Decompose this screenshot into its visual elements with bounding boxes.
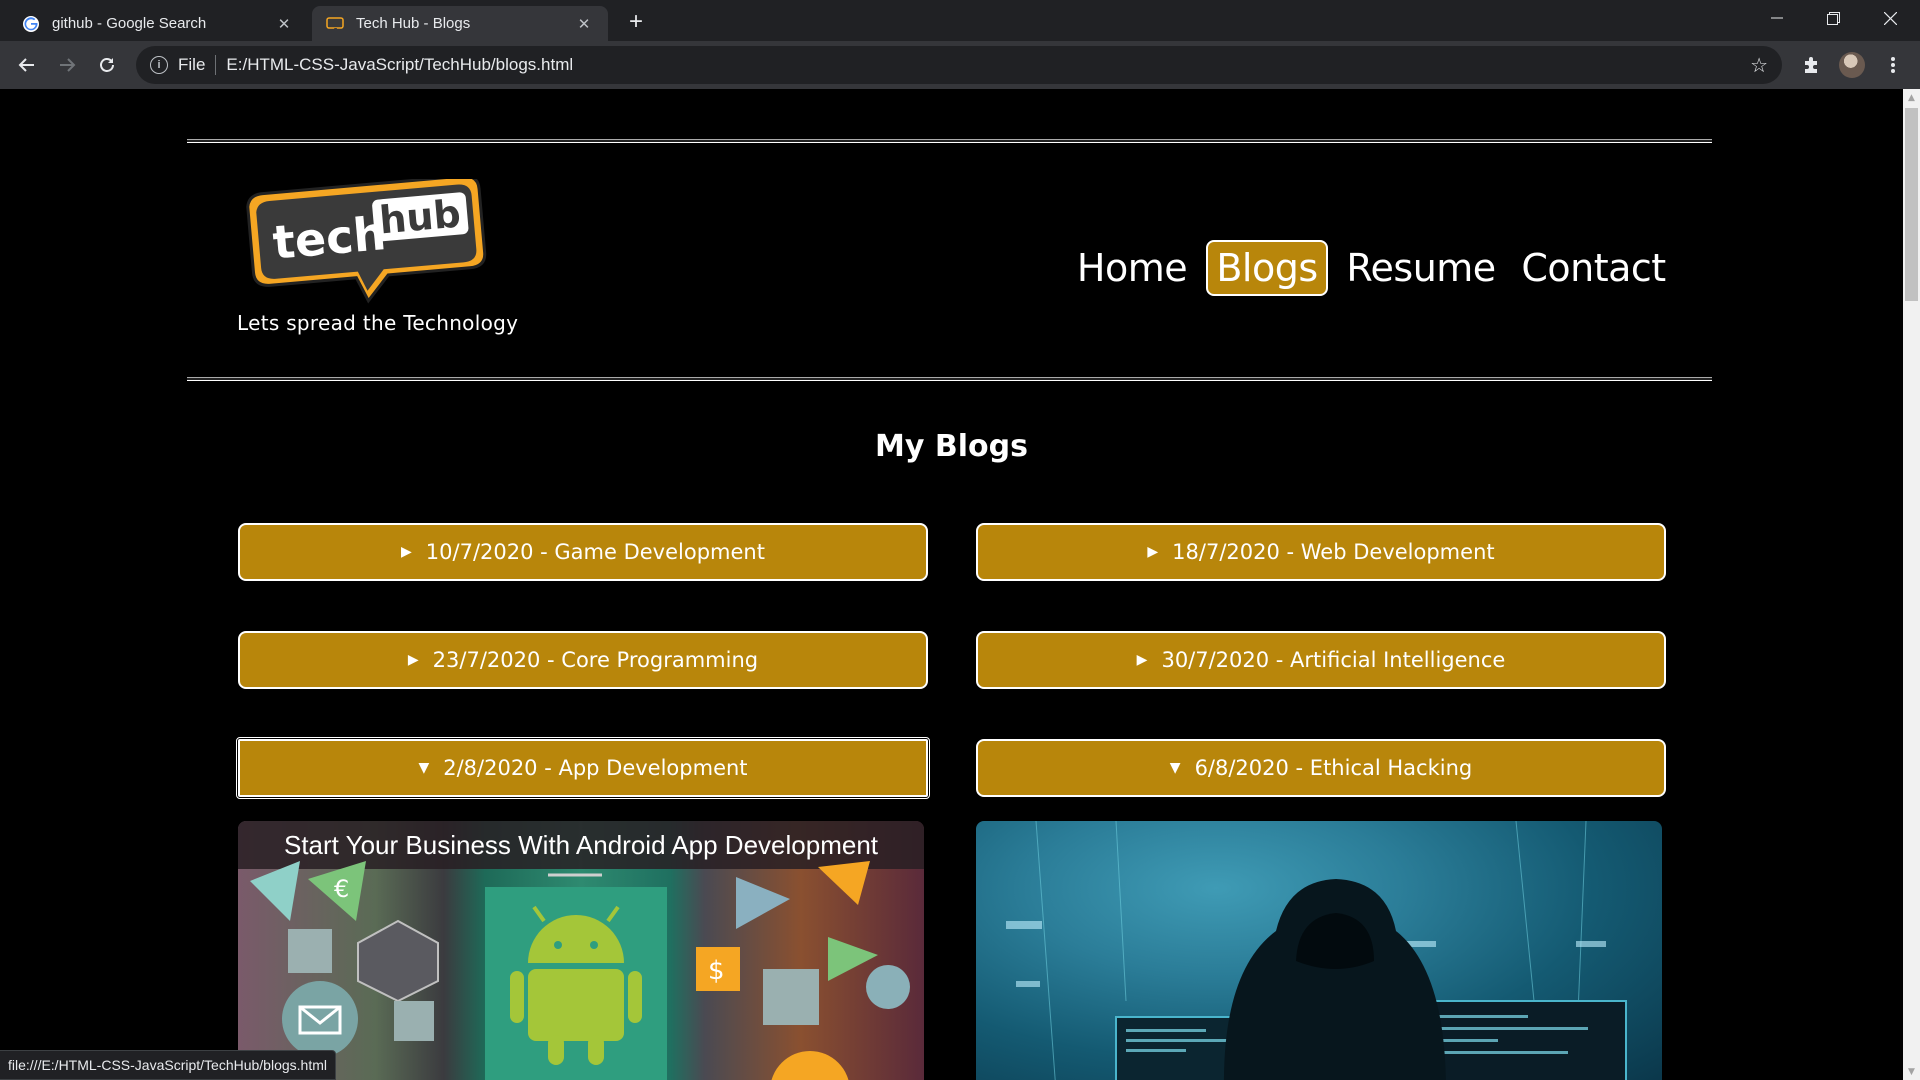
blog-game-development-button[interactable]: ▶ 10/7/2020 - Game Development <box>238 523 928 581</box>
hacker-illustration <box>1006 821 1627 1080</box>
header-bottom-rule <box>187 377 1712 381</box>
nav-resume[interactable]: Resume <box>1346 240 1496 296</box>
triangle-right-icon: ▶ <box>407 652 419 668</box>
new-tab-button[interactable]: + <box>622 8 650 36</box>
svg-text:tech: tech <box>271 206 388 270</box>
google-icon <box>22 15 40 33</box>
tab-close-icon[interactable]: ✕ <box>274 14 294 34</box>
url-separator <box>215 55 217 75</box>
tab-title: github - Google Search <box>52 15 207 32</box>
page-viewport: tech hub Lets spread the Technology Home… <box>0 89 1903 1080</box>
blog-label: 6/8/2020 - Ethical Hacking <box>1194 756 1473 780</box>
blog-web-development-button[interactable]: ▶ 18/7/2020 - Web Development <box>976 523 1666 581</box>
blog-ethical-hacking-button[interactable]: ▼ 6/8/2020 - Ethical Hacking <box>976 739 1666 797</box>
scroll-down-arrow-icon[interactable]: ▼ <box>1903 1063 1920 1080</box>
techhub-favicon <box>326 15 344 33</box>
url-text: E:/HTML-CSS-JavaScript/TechHub/blogs.htm… <box>226 55 574 74</box>
svg-text:$: $ <box>708 956 725 986</box>
blog-artificial-intelligence-button[interactable]: ▶ 30/7/2020 - Artificial Intelligence <box>976 631 1666 689</box>
blog-app-development-button[interactable]: ▼ 2/8/2020 - App Development <box>236 737 930 799</box>
menu-kebab-icon[interactable] <box>1878 50 1908 80</box>
restore-icon[interactable] <box>1805 0 1861 36</box>
close-window-icon[interactable] <box>1862 0 1918 36</box>
tab-title: Tech Hub - Blogs <box>356 15 471 32</box>
minimize-icon[interactable] <box>1749 0 1805 36</box>
blog-label: 2/8/2020 - App Development <box>443 756 748 780</box>
android-app-development-image: Start Your Business With Android App Dev… <box>238 821 924 1080</box>
blog-label: 18/7/2020 - Web Development <box>1172 540 1495 564</box>
tab-strip: github - Google Search ✕ Tech Hub - Blog… <box>0 0 1920 41</box>
address-bar[interactable]: i File E:/HTML-CSS-JavaScript/TechHub/bl… <box>136 46 1782 84</box>
browser-toolbar: i File E:/HTML-CSS-JavaScript/TechHub/bl… <box>0 41 1920 89</box>
blog-label: 10/7/2020 - Game Development <box>425 540 765 564</box>
reload-icon[interactable] <box>92 50 122 80</box>
svg-text:hub: hub <box>378 191 463 242</box>
blog-label: 23/7/2020 - Core Programming <box>432 648 759 672</box>
forward-arrow-icon[interactable] <box>52 50 82 80</box>
blog-core-programming-button[interactable]: ▶ 23/7/2020 - Core Programming <box>238 631 928 689</box>
triangle-down-icon: ▼ <box>1169 760 1181 776</box>
site-info-icon[interactable]: i <box>150 56 168 74</box>
profile-avatar[interactable] <box>1839 52 1865 78</box>
triangle-right-icon: ▶ <box>401 544 412 560</box>
page-scrollbar[interactable]: ▲ ▼ <box>1903 89 1920 1080</box>
page-title: My Blogs <box>875 429 1028 464</box>
site-tagline: Lets spread the Technology <box>237 311 519 335</box>
tab-techhub-blogs[interactable]: Tech Hub - Blogs ✕ <box>312 6 608 41</box>
triangle-right-icon: ▶ <box>1147 544 1159 560</box>
extensions-puzzle-icon[interactable] <box>1797 50 1827 80</box>
url-scheme: File <box>178 55 206 74</box>
blog-label: 30/7/2020 - Artificial Intelligence <box>1161 648 1506 672</box>
nav-blogs[interactable]: Blogs <box>1206 240 1328 296</box>
techhub-logo[interactable]: tech hub <box>235 179 491 305</box>
back-arrow-icon[interactable] <box>12 50 42 80</box>
nav-home[interactable]: Home <box>1077 240 1188 296</box>
header-top-rule <box>187 139 1712 143</box>
svg-text:€: € <box>334 875 349 903</box>
ethical-hacking-image <box>976 821 1662 1080</box>
scroll-up-arrow-icon[interactable]: ▲ <box>1903 89 1920 106</box>
tab-google-search[interactable]: github - Google Search ✕ <box>8 6 308 41</box>
tab-close-icon[interactable]: ✕ <box>574 14 594 34</box>
android-illustration: € $ <box>250 861 910 1080</box>
status-bar-url: file:///E:/HTML-CSS-JavaScript/TechHub/b… <box>0 1050 336 1080</box>
scrollbar-thumb[interactable] <box>1905 108 1918 301</box>
bookmark-star-icon[interactable]: ☆ <box>1750 53 1768 78</box>
triangle-right-icon: ▶ <box>1136 652 1148 668</box>
nav-contact[interactable]: Contact <box>1521 240 1666 296</box>
triangle-down-icon: ▼ <box>418 760 430 776</box>
